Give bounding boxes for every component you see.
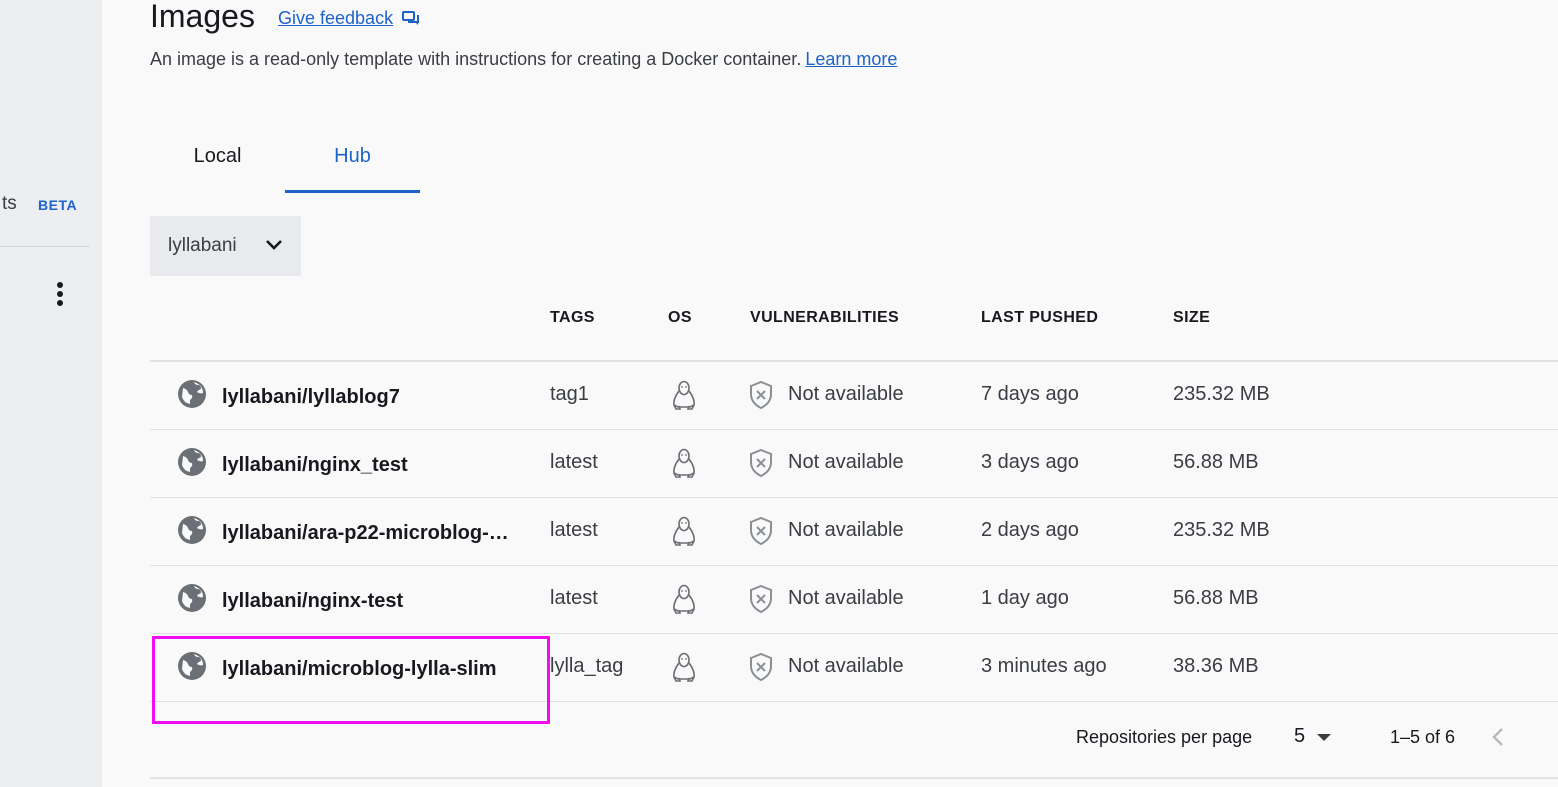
page-range: 1–5 of 6 [1390,727,1456,747]
vulnerabilities-cell: Not available [788,383,904,405]
table-row[interactable]: lyllabani/nginx-test latest Not availabl… [150,566,1558,634]
per-page-select[interactable]: 5 [1294,725,1305,748]
globe-icon [178,516,206,544]
size-cell: 56.88 MB [1173,587,1259,609]
linux-icon [673,652,695,682]
sidebar: ts BETA [0,0,102,787]
beta-badge: BETA [38,197,78,213]
tab-hub[interactable]: Hub [285,128,420,193]
description-text: An image is a read-only template with in… [150,49,802,69]
linux-icon [673,380,695,410]
table-header: TAGS OS VULNERABILITIES LAST PUSHED SIZE [150,300,1558,362]
size-cell: 56.88 MB [1173,451,1259,473]
shield-x-icon [750,516,772,546]
column-header-size[interactable]: SIZE [1173,309,1210,327]
globe-icon [178,448,206,476]
column-header-tags[interactable]: TAGS [550,309,595,327]
shield-x-icon [750,584,772,614]
table-row[interactable]: lyllabani/nginx_test latest Not availabl… [150,430,1558,498]
vulnerabilities-cell: Not available [788,587,904,609]
bottom-divider [150,777,1558,779]
page-title: Images [150,0,255,34]
per-page-label: Repositories per page [1076,727,1253,747]
table-row[interactable]: lyllabani/lyllablog7 tag1 Not available … [150,362,1558,430]
tag-cell: tag1 [550,383,589,405]
sidebar-divider [0,246,90,247]
chevron-left-icon[interactable] [1490,726,1506,748]
tag-cell: latest [550,519,598,541]
chevron-down-icon [266,240,282,250]
size-cell: 38.36 MB [1173,655,1259,677]
more-options-icon[interactable] [54,282,66,312]
namespace-select[interactable]: lyllabani [150,216,301,276]
namespace-select-value: lyllabani [168,235,237,256]
column-header-last-pushed[interactable]: LAST PUSHED [981,309,1098,327]
shield-x-icon [750,652,772,682]
last-pushed-cell: 1 day ago [981,587,1069,609]
column-header-vulnerabilities[interactable]: VULNERABILITIES [750,309,899,327]
size-cell: 235.32 MB [1173,519,1270,541]
vulnerabilities-cell: Not available [788,519,904,541]
last-pushed-cell: 3 days ago [981,451,1079,473]
linux-icon [673,584,695,614]
last-pushed-cell: 7 days ago [981,383,1079,405]
table-row[interactable]: lyllabani/ara-p22-microblog-… latest Not… [150,498,1558,566]
tab-local[interactable]: Local [150,128,285,190]
sidebar-partial-label[interactable]: ts [2,193,17,215]
vulnerabilities-cell: Not available [788,655,904,677]
last-pushed-cell: 2 days ago [981,519,1079,541]
last-pushed-cell: 3 minutes ago [981,655,1107,677]
tabs: Local Hub [150,128,550,193]
shield-x-icon [750,448,772,478]
page-description: An image is a read-only template with in… [150,49,897,70]
learn-more-link[interactable]: Learn more [805,49,897,69]
tag-cell: latest [550,451,598,473]
size-cell: 235.32 MB [1173,383,1270,405]
feedback-icon[interactable] [402,11,420,27]
repository-name[interactable]: lyllabani/nginx_test [222,454,408,477]
tag-cell: latest [550,587,598,609]
caret-down-icon[interactable] [1317,734,1331,741]
vulnerabilities-cell: Not available [788,451,904,473]
column-header-os[interactable]: OS [668,309,692,327]
repository-name[interactable]: lyllabani/ara-p22-microblog-… [222,522,509,545]
pagination: Repositories per page 5 1–5 of 6 [150,720,1558,776]
give-feedback-link[interactable]: Give feedback [278,8,393,29]
highlight-box [152,636,550,724]
repository-name[interactable]: lyllabani/lyllablog7 [222,386,400,409]
shield-x-icon [750,380,772,410]
globe-icon [178,584,206,612]
linux-icon [673,448,695,478]
globe-icon [178,380,206,408]
repository-name[interactable]: lyllabani/nginx-test [222,590,403,613]
linux-icon [673,516,695,546]
tag-cell: lylla_tag [550,655,624,677]
